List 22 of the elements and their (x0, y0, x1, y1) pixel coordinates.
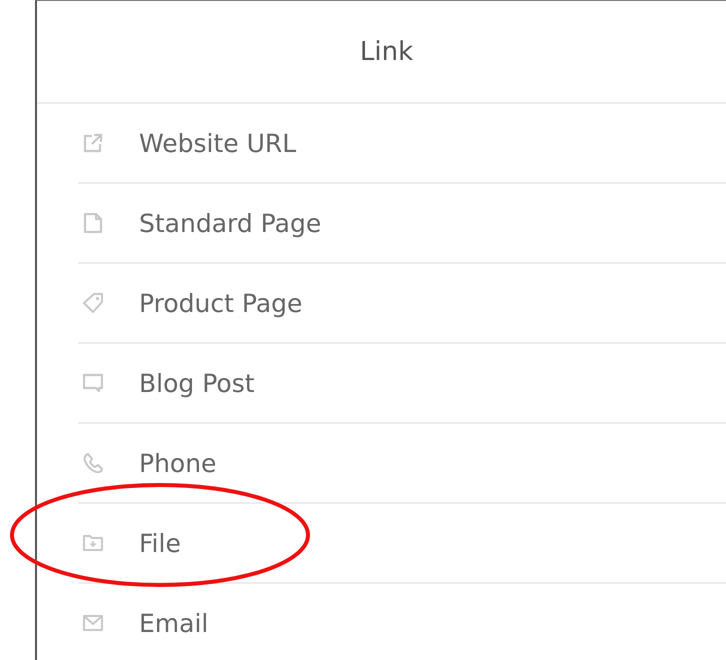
speech-bubble-icon (83, 373, 103, 393)
phone-icon (83, 453, 103, 473)
item-label: File (139, 528, 181, 558)
link-type-item[interactable]: Product Page (78, 264, 726, 344)
link-type-item[interactable]: Website URL (78, 104, 726, 184)
link-type-item[interactable]: Standard Page (78, 184, 726, 264)
item-label: Phone (139, 448, 216, 478)
link-type-item[interactable]: Email (78, 584, 726, 660)
envelope-icon (83, 613, 103, 633)
page-icon (83, 213, 103, 233)
folder-icon (83, 533, 103, 553)
link-type-item[interactable]: Blog Post (78, 344, 726, 424)
tag-icon (83, 293, 103, 313)
external-link-icon (83, 133, 103, 153)
panel-title: Link (360, 36, 414, 66)
item-label: Blog Post (139, 368, 255, 398)
link-type-item[interactable]: Phone (78, 424, 726, 504)
item-label: Website URL (139, 128, 296, 158)
link-type-item[interactable]: File (78, 504, 726, 584)
item-label: Email (139, 608, 208, 638)
item-label: Standard Page (139, 208, 322, 238)
item-label: Product Page (139, 288, 302, 318)
